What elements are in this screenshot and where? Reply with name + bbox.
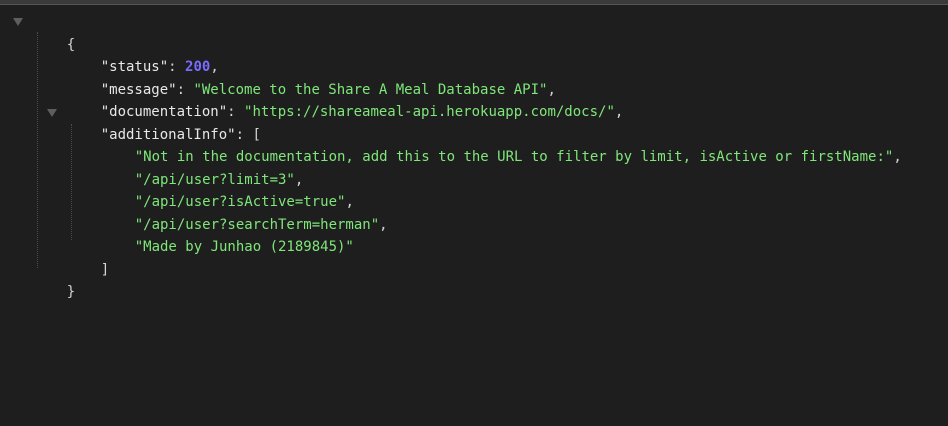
- array-item: "/api/user?limit=3",: [101, 147, 304, 188]
- comma: ,: [379, 217, 388, 233]
- array-item: "/api/user?searchTerm=herman",: [101, 192, 388, 233]
- collapse-additional-info-icon[interactable]: [47, 109, 57, 117]
- comma: ,: [893, 149, 902, 165]
- comma: ,: [614, 104, 624, 120]
- json-line-additional-info: "additionalInfo": [: [67, 102, 261, 143]
- json-viewer: { "status": 200, "message": "Welcome to …: [0, 5, 948, 426]
- json-line-documentation: "documentation": "https://shareameal-api…: [67, 79, 624, 120]
- array-item: "Made by Junhao (2189845)": [101, 214, 354, 255]
- array-item: "Not in the documentation, add this to t…: [101, 124, 902, 165]
- array-item-value: "Made by Junhao (2189845)": [134, 239, 354, 255]
- collapse-root-icon[interactable]: [13, 18, 23, 26]
- root-open-line: {: [33, 12, 75, 53]
- value-documentation: "https://shareameal-api.herokuapp.com/do…: [244, 104, 615, 120]
- close-bracket: ]: [100, 262, 110, 278]
- json-line-status: "status": 200,: [67, 34, 219, 75]
- root-close-line: }: [33, 259, 75, 300]
- array-item: "/api/user?isActive=true",: [101, 169, 354, 210]
- close-brace: }: [66, 284, 76, 300]
- json-line-message: "message": "Welcome to the Share A Meal …: [67, 57, 556, 98]
- array-close-line: ]: [67, 237, 109, 278]
